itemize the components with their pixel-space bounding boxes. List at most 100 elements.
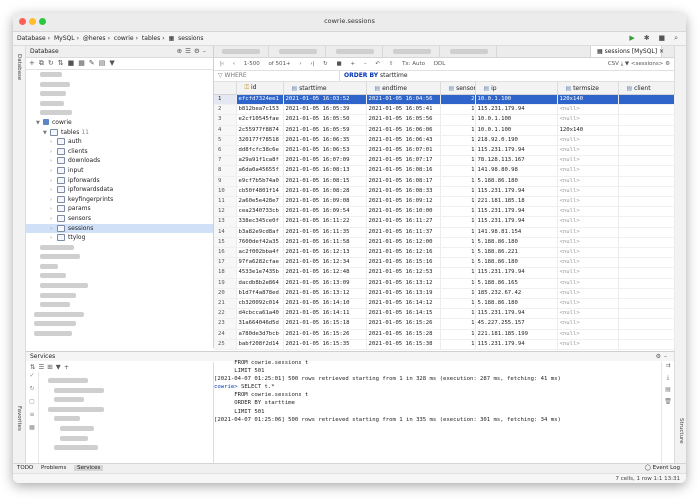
tree-item-table-ttylog[interactable]: › ttylog [26, 233, 213, 243]
table-cell[interactable]: 320177f78518 [236, 135, 284, 147]
tab-todo[interactable]: TODO [17, 465, 33, 471]
row-number[interactable]: 5 [214, 135, 237, 147]
gear-icon[interactable]: ⚙ [665, 61, 670, 67]
row-number[interactable]: 17 [214, 257, 237, 269]
tree-item-blurred[interactable] [26, 252, 213, 262]
table-cell[interactable]: 1 [440, 125, 476, 136]
table-cell[interactable]: 1 [440, 308, 476, 320]
grid-icon[interactable]: ▦ [78, 59, 89, 67]
column-header-client[interactable]: ▤ client [618, 82, 675, 95]
table-cell[interactable]: 1 [440, 145, 476, 157]
row-number[interactable]: 2 [214, 104, 237, 116]
table-cell[interactable]: 1 [440, 288, 476, 300]
tree-item-blurred[interactable] [26, 89, 213, 99]
search-icon[interactable]: ⌕ [674, 32, 678, 45]
table-cell[interactable]: 2021-01-05 16:13:12 [366, 278, 441, 289]
run-icon[interactable]: ▶ [629, 32, 634, 45]
table-cell[interactable]: a780de3d7bcb [236, 329, 284, 340]
submit-icon[interactable]: ⇧ [389, 61, 394, 67]
table-row[interactable]: 13 338ec345ce0f 2021-01-05 16:11:22 2021-01… [214, 216, 675, 228]
table-cell[interactable]: 2a60e5e428e7 [236, 196, 284, 208]
table-cell[interactable]: <null> [557, 135, 619, 147]
table-cell[interactable]: 2021-01-05 16:08:16 [366, 165, 441, 177]
tree-item-blurred[interactable] [26, 291, 213, 301]
table-cell[interactable]: <null> [557, 308, 619, 320]
editor-tab[interactable] [271, 46, 326, 57]
collapse-icon[interactable]: ☰ [185, 47, 194, 55]
row-number[interactable]: 18 [214, 267, 237, 279]
table-cell[interactable]: 1 [440, 298, 476, 310]
row-number[interactable]: 6 [214, 145, 237, 157]
table-cell[interactable]: <null> [557, 155, 619, 167]
table-row[interactable]: 8 a6da0a45655f 2021-01-05 16:08:13 2021-01-… [214, 165, 675, 177]
table-cell[interactable]: 1 [440, 155, 476, 167]
table-cell[interactable]: 1 [440, 206, 476, 218]
table-cell[interactable]: <null> [557, 288, 619, 300]
table-cell[interactable]: 2021-01-05 16:12:13 [283, 247, 367, 259]
table-row[interactable]: 18 4533e1e7435b 2021-01-05 16:12:48 2021-01… [214, 267, 675, 279]
table-cell[interactable]: 45.227.255.157 [475, 318, 558, 330]
row-number[interactable]: 15 [214, 237, 237, 249]
wrap-icon[interactable]: ⇉ [662, 362, 674, 374]
table-cell[interactable]: 2021-01-05 16:14:11 [283, 308, 367, 320]
service-item-blurred[interactable] [46, 395, 206, 405]
prev-page-icon[interactable]: ‹ [233, 61, 235, 67]
add-icon[interactable]: + [29, 59, 39, 67]
row-number[interactable]: 7 [214, 155, 237, 167]
row-number[interactable]: 10 [214, 186, 237, 198]
table-cell[interactable]: <null> [557, 216, 619, 228]
table-cell[interactable] [618, 278, 675, 289]
table-cell[interactable]: 2021-01-05 16:12:16 [366, 247, 441, 259]
table-cell[interactable]: 1 [440, 186, 476, 198]
table-cell[interactable] [618, 216, 675, 228]
table-cell[interactable]: 2021-01-05 16:11:22 [283, 216, 367, 228]
table-cell[interactable]: <null> [557, 329, 619, 340]
table-cell[interactable]: 1 [440, 237, 476, 249]
table-cell[interactable] [618, 114, 675, 126]
table-cell[interactable]: 1 [440, 176, 476, 187]
globe-icon[interactable]: ⊕ [177, 47, 185, 55]
table-cell[interactable] [618, 257, 675, 269]
event-log-button[interactable]: ◯ Event Log [645, 464, 680, 473]
table-cell[interactable]: 115.231.179.94 [475, 104, 558, 116]
tree-item-blurred[interactable] [26, 281, 213, 291]
tree-item-table-ipforwardsdata[interactable]: › ipforwardsdata [26, 185, 213, 195]
stop-icon[interactable]: ▢ [26, 398, 38, 411]
table-cell[interactable]: 1 [440, 196, 476, 208]
filter-icon[interactable]: ▼ [109, 59, 118, 67]
column-header-termsize[interactable]: ▤ termsize [557, 82, 619, 95]
table-cell[interactable]: 2021-01-05 16:08:13 [283, 165, 367, 177]
table-cell[interactable] [618, 196, 675, 208]
service-item-blurred[interactable] [46, 434, 206, 444]
table-cell[interactable]: 2021-01-05 16:06:43 [366, 135, 441, 147]
collapse-icon[interactable]: ☰ [38, 363, 47, 371]
table-row[interactable]: 17 97fa6282cfae 2021-01-05 16:12:34 2021-01… [214, 257, 675, 269]
tree-item-blurred[interactable] [26, 108, 213, 118]
filter-icon[interactable]: ▼ [56, 363, 64, 371]
table-cell[interactable]: 2021-01-05 16:13:19 [366, 288, 441, 300]
database-tool-tab[interactable]: Database [16, 54, 22, 80]
table-row[interactable]: 14 b3a82e9cd8af 2021-01-05 16:11:35 2021-01… [214, 227, 675, 238]
tree-item-table-sessions[interactable]: › sessions [26, 223, 213, 234]
session-dropdown[interactable]: <sessions> [631, 61, 663, 67]
tree-item-table-ipforwards[interactable]: › ipforwards [26, 176, 213, 186]
table-row[interactable]: 22 d4cbcca61a40 2021-01-05 16:14:11 2021-01… [214, 308, 675, 320]
table-cell[interactable]: 120x140 [557, 94, 619, 106]
service-item-blurred[interactable] [46, 386, 206, 396]
table-cell[interactable]: b812bea7c153 [236, 104, 284, 116]
service-item-blurred[interactable] [46, 405, 206, 415]
table-row[interactable]: 6 dd8fcfc38c6e 2021-01-05 16:06:53 2021-01-… [214, 145, 675, 157]
table-cell[interactable]: 2021-01-05 16:05:59 [283, 125, 367, 136]
table-cell[interactable]: 2021-01-05 16:12:34 [283, 257, 367, 269]
refresh-icon[interactable]: ↻ [26, 385, 38, 398]
copy-icon[interactable]: ⧉ [39, 59, 48, 67]
table-cell[interactable]: 7600def42a35 [236, 237, 284, 249]
table-cell[interactable] [618, 298, 675, 310]
table-row[interactable]: 11 2a60e5e428e7 2021-01-05 16:09:08 2021-01… [214, 196, 675, 208]
table-cell[interactable]: 2021-01-05 16:11:35 [283, 227, 367, 238]
table-cell[interactable]: <null> [557, 186, 619, 198]
table-cell[interactable] [618, 267, 675, 279]
table-cell[interactable]: <null> [557, 247, 619, 259]
table-cell[interactable]: 2021-01-05 16:06:06 [366, 125, 441, 136]
table-cell[interactable]: <null> [557, 227, 619, 238]
